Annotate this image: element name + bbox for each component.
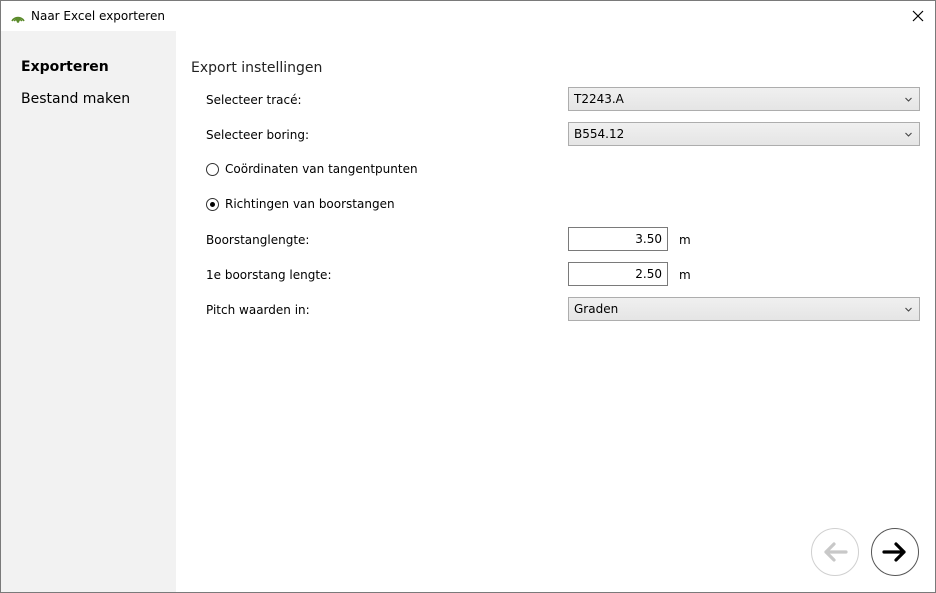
trace-select-value: T2243.A bbox=[574, 92, 624, 106]
pitch-select[interactable]: Graden bbox=[568, 297, 920, 321]
sidebar-item-bestand-maken[interactable]: Bestand maken bbox=[21, 91, 130, 107]
title-bar: Naar Excel exporteren bbox=[1, 1, 935, 31]
next-button[interactable] bbox=[871, 528, 919, 576]
rod-length-input[interactable] bbox=[568, 227, 668, 251]
trace-label: Selecteer tracé: bbox=[206, 93, 302, 107]
radio-label: Coördinaten van tangentpunten bbox=[225, 162, 418, 176]
pitch-label: Pitch waarden in: bbox=[206, 303, 310, 317]
first-rod-length-label: 1e boorstang lengte: bbox=[206, 268, 332, 282]
sidebar-item-exporteren[interactable]: Exporteren bbox=[21, 59, 109, 75]
close-icon bbox=[912, 10, 924, 22]
window-title: Naar Excel exporteren bbox=[31, 9, 165, 23]
rod-length-unit: m bbox=[679, 233, 691, 247]
radio-button-selected[interactable] bbox=[206, 198, 219, 211]
export-dialog: Naar Excel exporteren Exporteren Bestand… bbox=[0, 0, 936, 593]
close-button[interactable] bbox=[901, 1, 935, 31]
arrow-left-icon bbox=[824, 542, 848, 562]
rod-length-label: Boorstanglengte: bbox=[206, 233, 310, 247]
main-panel: Export instellingen Selecteer tracé: T22… bbox=[176, 31, 935, 592]
back-button[interactable] bbox=[811, 528, 859, 576]
trace-select[interactable]: T2243.A bbox=[568, 87, 920, 111]
arrow-right-icon bbox=[882, 542, 906, 562]
chevron-down-icon bbox=[905, 307, 912, 312]
chevron-down-icon bbox=[905, 97, 912, 102]
chevron-down-icon bbox=[905, 132, 912, 137]
boring-select[interactable]: B554.12 bbox=[568, 122, 920, 146]
boring-label: Selecteer boring: bbox=[206, 128, 310, 142]
sidebar: Exporteren Bestand maken bbox=[1, 31, 176, 592]
boring-select-value: B554.12 bbox=[574, 127, 625, 141]
radio-dot bbox=[210, 202, 215, 207]
first-rod-length-unit: m bbox=[679, 268, 691, 282]
signal-rings-icon bbox=[10, 8, 26, 24]
pitch-select-value: Graden bbox=[574, 302, 619, 316]
section-title: Export instellingen bbox=[191, 60, 323, 76]
radio-button[interactable] bbox=[206, 163, 219, 176]
first-rod-length-input[interactable] bbox=[568, 262, 668, 286]
radio-label: Richtingen van boorstangen bbox=[225, 197, 395, 211]
